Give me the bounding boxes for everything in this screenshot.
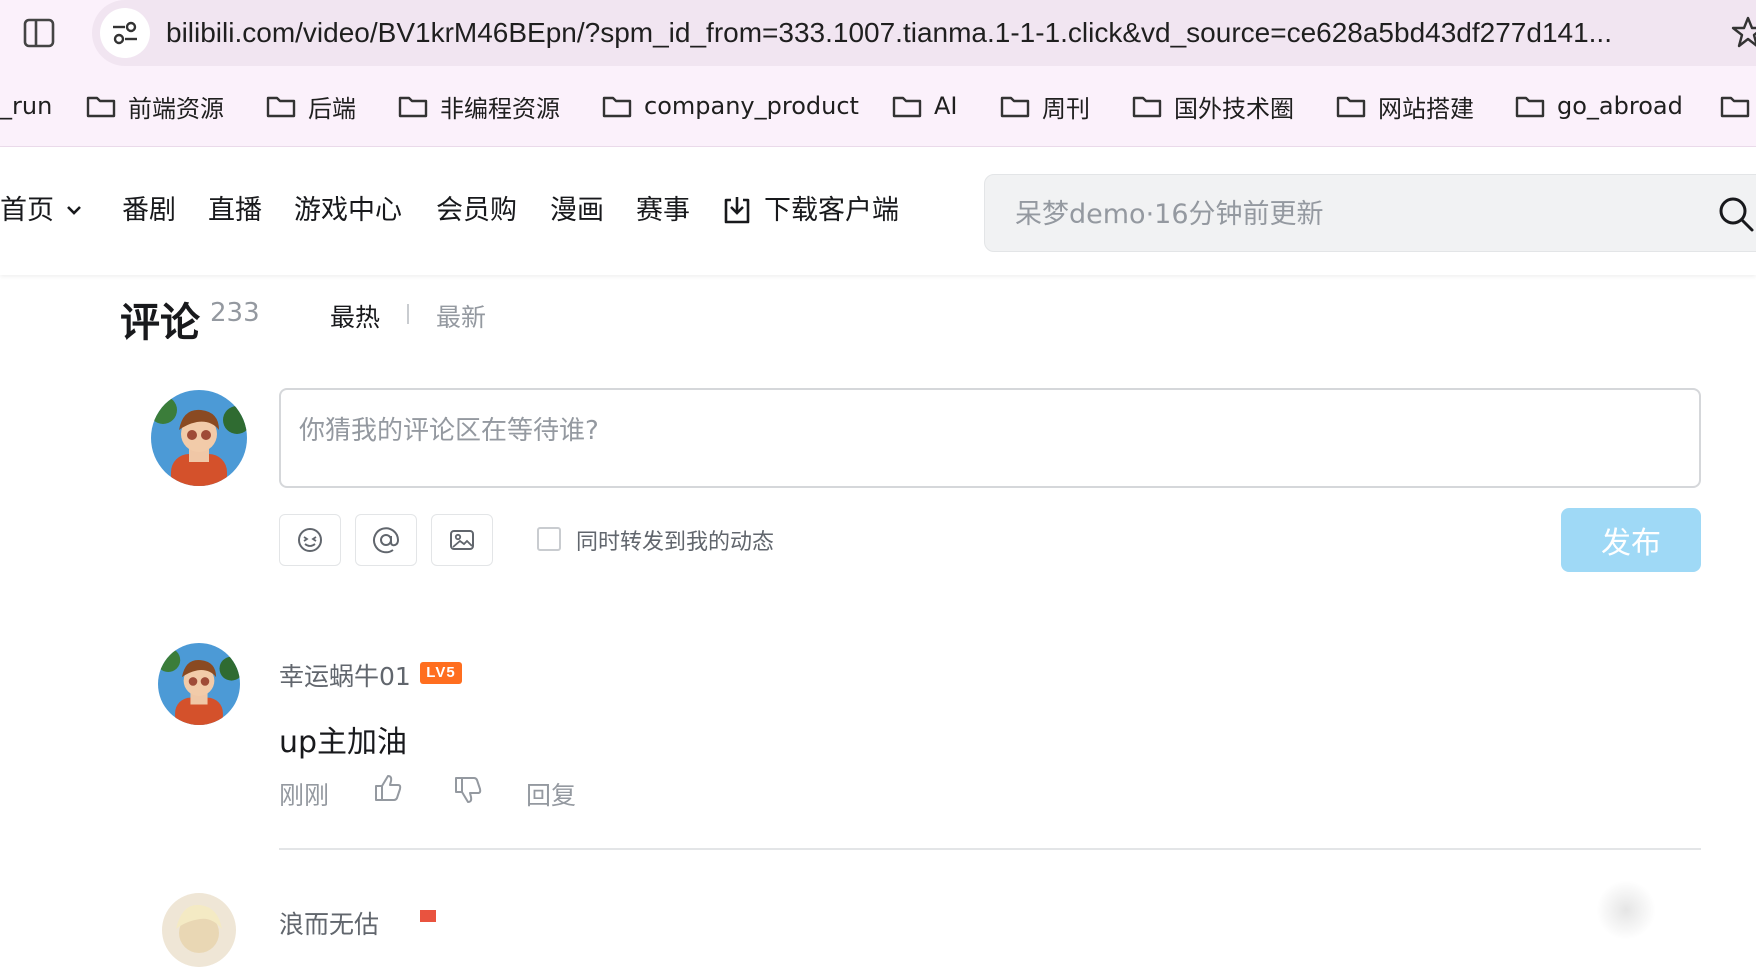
bookmark-label: 后端 [308,94,356,123]
avatar[interactable] [162,893,236,967]
sort-hot-tab[interactable]: 最热 [330,298,380,334]
bookmark-label: 网站搭建 [1378,94,1474,123]
bookmark-folder[interactable]: 网站搭建 [1336,66,1474,146]
nav-item-vip-shop[interactable]: 会员购 [436,191,517,231]
bookmark-folder[interactable]: 周刊 [1000,66,1090,146]
like-icon[interactable] [372,772,404,804]
bookmark-folder[interactable]: 国外技术圈 [1132,66,1294,146]
folder-icon [892,96,922,118]
nav-item-live[interactable]: 直播 [208,191,262,231]
comment-input[interactable] [297,408,1681,472]
comment-divider [279,848,1701,850]
level-badge [420,910,436,922]
sidebar-toggle-icon[interactable] [22,16,56,50]
comment-username[interactable]: 浪而无估 [279,905,379,941]
nav-item-manga[interactable]: 漫画 [550,191,604,231]
emoji-icon [298,528,322,552]
sort-new-tab[interactable]: 最新 [436,298,486,334]
nav-home-label: 首页 [0,195,54,226]
comment-input-box [279,388,1701,488]
bookmark-item[interactable]: _run [0,66,52,146]
bookmark-folder[interactable]: AI [892,66,958,146]
folder-icon [1515,96,1545,118]
comment-count: 233 [210,298,260,328]
download-icon [724,197,750,224]
download-label: 下载客户端 [764,195,899,226]
site-info-icon[interactable] [100,8,150,58]
avatar[interactable] [151,390,247,486]
dislike-icon[interactable] [452,774,484,806]
emoji-button[interactable] [279,514,341,566]
nav-item-game-center[interactable]: 游戏中心 [294,191,402,231]
nav-item-esports[interactable]: 赛事 [636,191,690,231]
image-upload-button[interactable] [431,514,493,566]
nav-home[interactable]: 首页 [0,191,84,231]
floating-button-shadow [1596,880,1656,940]
bookmark-label: go_abroad [1557,92,1683,120]
bookmark-folder[interactable]: 前端资源 [86,66,224,146]
comment-time: 刚刚 [279,781,330,810]
folder-icon [1336,96,1366,118]
at-icon [373,527,400,554]
comment-content: up主加油 [279,725,408,760]
chevron-down-icon [67,206,81,215]
bookmark-folder[interactable]: 后端 [266,66,356,146]
bookmark-star-icon[interactable] [1730,14,1756,50]
folder-icon [1132,96,1162,118]
level-badge: LV5 [420,662,462,684]
folder-icon [86,96,116,118]
bookmark-label: company_product [644,92,859,120]
bookmark-folder[interactable]: 非编程资源 [398,66,560,146]
search-icon[interactable] [1717,195,1755,233]
bookmark-folder[interactable]: company_product [602,66,859,146]
folder-icon [1000,96,1030,118]
bookmark-folder[interactable]: go_abroad [1515,66,1683,146]
bookmark-label: 周刊 [1042,94,1090,123]
sort-divider [407,304,409,324]
nav-item-bangumi[interactable]: 番剧 [122,191,176,231]
bookmark-label: AI [934,92,958,120]
bookmark-label: 非编程资源 [440,94,560,123]
search-box [984,174,1756,253]
avatar[interactable] [158,643,240,725]
browser-address-bar: bilibili.com/video/BV1krM46BEpn/?spm_id_… [0,0,1756,66]
mention-button[interactable] [355,514,417,566]
comment-username[interactable]: 幸运蜗牛01 [279,657,411,693]
publish-button[interactable]: 发布 [1561,508,1701,572]
reply-button[interactable]: 回复 [526,776,576,812]
bookmark-label: 前端资源 [128,94,224,123]
bookmarks-bar: _run 前端资源 后端 非编程资源 company_product AI 周刊… [0,66,1756,147]
search-input[interactable] [1013,175,1657,253]
folder-icon [1720,96,1750,118]
folder-icon [266,96,296,118]
image-icon [450,530,474,550]
forward-label[interactable]: 同时转发到我的动态 [576,524,774,556]
url-text[interactable]: bilibili.com/video/BV1krM46BEpn/?spm_id_… [166,14,1706,52]
bookmark-folder[interactable] [1720,66,1750,146]
bookmark-label: 国外技术圈 [1174,94,1294,123]
folder-icon [398,96,428,118]
nav-download-client[interactable]: 下载客户端 [720,191,899,231]
site-header: 首页 番剧 直播 游戏中心 会员购 漫画 赛事 下载客户端 [0,147,1756,275]
forward-checkbox[interactable] [537,527,561,551]
comment-section-title: 评论 [120,300,200,346]
folder-icon [602,96,632,118]
